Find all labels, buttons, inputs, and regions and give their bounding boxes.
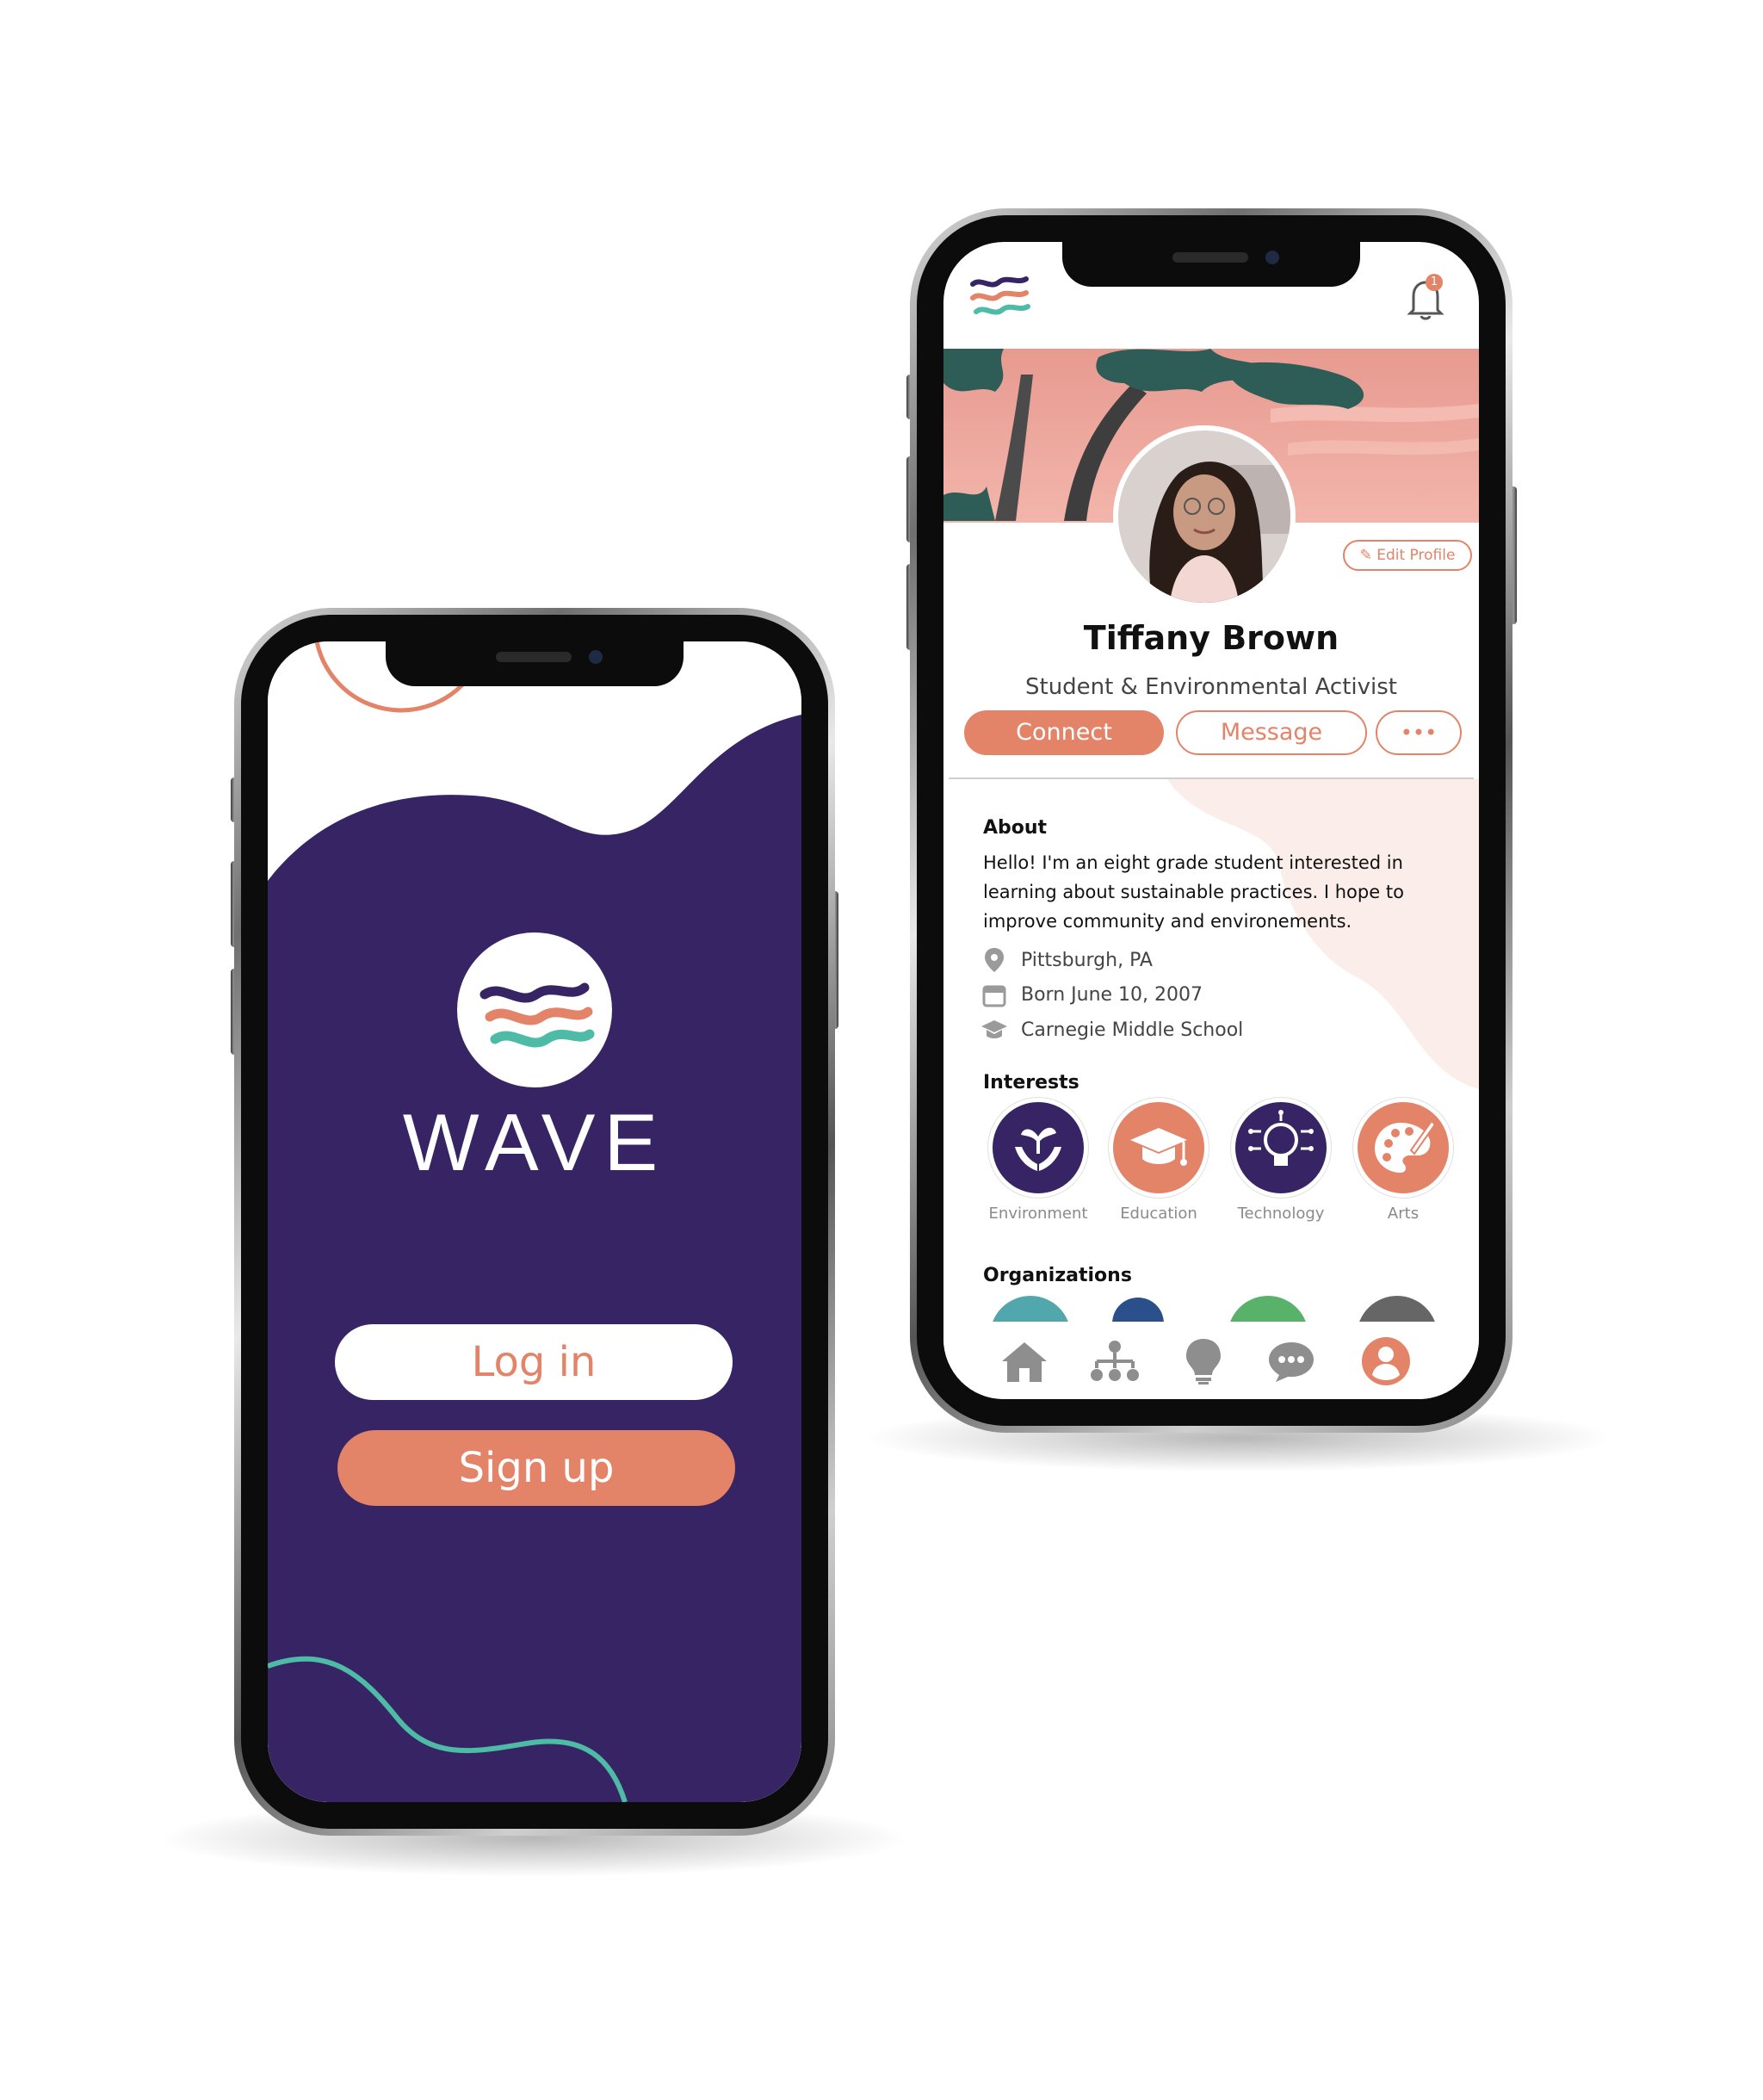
bottom-nav <box>943 1322 1479 1399</box>
interest-circle <box>1231 1098 1331 1198</box>
interest-circle <box>988 1098 1088 1198</box>
organization-logo[interactable] <box>990 1296 1071 1322</box>
speaker <box>496 652 572 662</box>
interest-item-education[interactable]: Education <box>1098 1098 1219 1227</box>
organization-logo[interactable] <box>1112 1298 1164 1322</box>
wave-logo-icon <box>479 982 595 1048</box>
about-text-line: Hello! I'm an eight grade student intere… <box>983 852 1403 873</box>
login-screen: WAVE Log in Sign up <box>268 641 801 1802</box>
page: { "login_screen": { "app_name": "WAVE", … <box>0 0 1763 2100</box>
edit-profile-label: Edit Profile <box>1376 547 1456 564</box>
connect-button[interactable]: Connect <box>964 710 1164 755</box>
interest-label: Arts <box>1387 1205 1420 1223</box>
graduation-cap-icon <box>981 1020 1007 1038</box>
about-text-line: improve community and environements. <box>983 911 1352 932</box>
pencil-icon: ✎ <box>1359 547 1372 564</box>
avatar <box>1113 425 1296 608</box>
notification-button[interactable]: 1 <box>1400 272 1451 324</box>
login-background <box>268 641 801 1802</box>
profile-icon[interactable] <box>1360 1335 1412 1387</box>
interest-circle <box>1109 1098 1209 1198</box>
profile-screen: 1 ✎ Edit Profile Tiffany Brown Student &… <box>943 242 1479 1399</box>
calendar-icon <box>982 985 1006 1007</box>
notch <box>386 641 684 686</box>
home-icon[interactable] <box>1000 1339 1049 1384</box>
interest-item-arts[interactable]: Arts <box>1343 1098 1463 1227</box>
front-camera <box>589 650 603 664</box>
message-button[interactable]: Message <box>1176 710 1367 755</box>
edit-profile-button[interactable]: ✎ Edit Profile <box>1343 540 1472 571</box>
palette-icon <box>1375 1119 1437 1173</box>
about-text-line: learning about sustainable practices. I … <box>983 882 1404 902</box>
location-text: Pittsburgh, PA <box>1021 950 1153 971</box>
chat-icon[interactable] <box>1265 1339 1317 1384</box>
organization-logo[interactable] <box>1228 1296 1308 1322</box>
organization-logo[interactable] <box>1357 1296 1438 1322</box>
app-name: WAVE <box>402 1097 667 1187</box>
notification-badge: 1 <box>1426 274 1443 291</box>
birthday-text: Born June 10, 2007 <box>1021 984 1203 1006</box>
lightbulb-circuit-icon <box>1248 1110 1314 1166</box>
location-pin-icon <box>985 948 1004 972</box>
profile-name: Tiffany Brown <box>1083 619 1339 657</box>
plant-hands-icon <box>1015 1127 1061 1171</box>
app-logo <box>457 932 612 1087</box>
interest-label: Environment <box>988 1205 1088 1223</box>
interest-item-environment[interactable]: Environment <box>978 1098 1098 1227</box>
graduation-cap-icon <box>1130 1128 1187 1166</box>
interest-item-technology[interactable]: Technology <box>1221 1098 1341 1227</box>
interest-circle <box>1353 1098 1453 1198</box>
organizations-heading: Organizations <box>983 1265 1132 1286</box>
about-heading: About <box>983 817 1048 839</box>
interest-label: Education <box>1120 1205 1197 1223</box>
about-text: Hello! I'm an eight grade student intere… <box>983 848 1404 936</box>
notch <box>1062 242 1360 287</box>
speaker <box>1172 252 1248 263</box>
school-text: Carnegie Middle School <box>1021 1019 1244 1041</box>
interests-heading: Interests <box>983 1072 1079 1093</box>
interest-label: Technology <box>1237 1205 1325 1223</box>
wave-logo-icon[interactable] <box>969 272 1031 324</box>
login-button[interactable]: Log in <box>335 1324 733 1400</box>
lightbulb-icon[interactable] <box>1185 1337 1222 1385</box>
profile-headline: Student & Environmental Activist <box>1025 674 1397 700</box>
signup-button[interactable]: Sign up <box>337 1430 735 1506</box>
front-camera <box>1265 251 1279 264</box>
network-icon[interactable] <box>1090 1339 1140 1384</box>
profile-photo <box>1118 431 1290 603</box>
more-options-button[interactable]: ••• <box>1376 710 1462 755</box>
